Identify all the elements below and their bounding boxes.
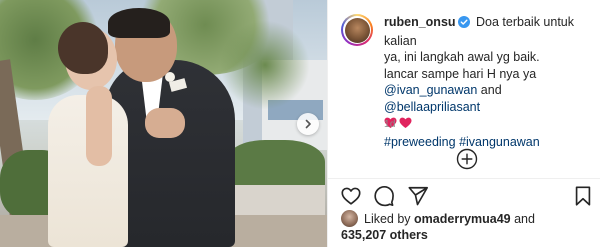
- comment-icon: [374, 186, 394, 207]
- liker-username-link[interactable]: omaderrymua49: [414, 212, 511, 226]
- photo-planter: [230, 185, 325, 215]
- plus-circle-icon: [456, 148, 478, 170]
- hashtag-link[interactable]: #ivangunawan: [459, 135, 540, 149]
- avatar-image: [344, 17, 370, 43]
- others-word: others: [389, 228, 428, 242]
- paper-plane-icon: [408, 186, 428, 206]
- liker-avatar[interactable]: [341, 210, 358, 227]
- avatar-ring-inner: [343, 16, 371, 44]
- save-button[interactable]: [572, 185, 594, 207]
- post-caption: ruben_onsu Doa terbaik untuk kalian ya, …: [384, 14, 598, 150]
- post-photo[interactable]: [0, 0, 327, 247]
- liked-by-and: and: [514, 212, 535, 226]
- next-photo-button[interactable]: [297, 113, 319, 135]
- liked-by-text: Liked by omaderrymua49 and: [364, 211, 599, 227]
- caption-line: lancar sampe hari H nya ya: [384, 66, 537, 81]
- chevron-right-icon: [305, 119, 311, 129]
- share-button[interactable]: [407, 185, 429, 207]
- post-actions-bar: [328, 178, 600, 212]
- others-count: 635,207: [341, 228, 387, 242]
- like-button[interactable]: [340, 185, 362, 207]
- mention-link[interactable]: @ivan_gunawan: [384, 83, 477, 97]
- post-timestamp[interactable]: 1d: [384, 119, 396, 130]
- caption-hashtags-line: #preweeding #ivangunawan: [384, 134, 598, 151]
- mention-joiner: and: [480, 83, 502, 97]
- post-details-panel: ruben_onsu Doa terbaik untuk kalian ya, …: [327, 0, 600, 247]
- liked-by-prefix: Liked by: [364, 212, 411, 226]
- photo-hands: [145, 108, 185, 138]
- mention-link[interactable]: @bellaapriliasant: [384, 100, 480, 114]
- caption-line: ya, ini langkah awal yg baik.: [384, 50, 540, 64]
- caption-mentions-line: @ivan_gunawan and @bellaapriliasant: [384, 82, 598, 115]
- bookmark-icon: [575, 186, 591, 206]
- username-link[interactable]: ruben_onsu: [384, 15, 456, 29]
- photo-bride-hair: [58, 22, 108, 74]
- load-more-comments-button[interactable]: [456, 148, 478, 170]
- verified-badge-icon: [457, 16, 470, 33]
- heart-emoji-icon: [399, 117, 412, 134]
- photo-groom-hair: [108, 8, 170, 38]
- caption-emoji-line: [384, 115, 598, 134]
- comment-button[interactable]: [373, 185, 395, 207]
- photo-tree: [220, 20, 310, 110]
- hashtag-link[interactable]: #preweeding: [384, 135, 456, 149]
- heart-outline-icon: [341, 187, 361, 205]
- likes-count-link[interactable]: 635,207 others: [341, 227, 428, 243]
- profile-avatar[interactable]: [341, 14, 373, 46]
- photo-bride-arm: [86, 86, 112, 166]
